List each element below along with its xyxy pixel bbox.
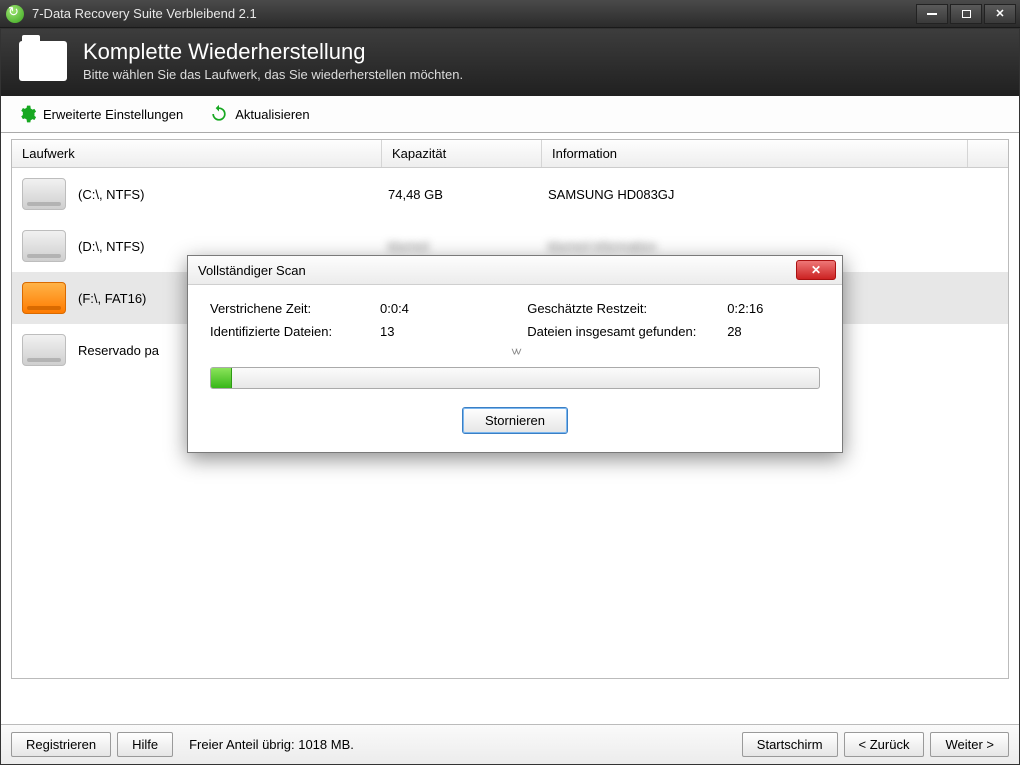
refresh-label: Aktualisieren (235, 107, 309, 122)
remaining-time-label: Geschätzte Restzeit: (527, 301, 727, 316)
dialog-body: Verstrichene Zeit: 0:0:4 Identifizierte … (188, 285, 842, 452)
drive-info: blurred information (548, 239, 998, 254)
window-title: 7-Data Recovery Suite Verbleibend 2.1 (32, 6, 257, 21)
drive-capacity: blurred (388, 239, 548, 254)
hdd-icon (22, 230, 66, 262)
page-title: Komplette Wiederherstellung (83, 39, 463, 65)
free-space-text: Freier Anteil übrig: 1018 MB. (189, 737, 354, 752)
hdd-icon (22, 282, 66, 314)
gear-icon (17, 104, 37, 124)
progress-fill (211, 368, 232, 388)
drive-name: (C:\, NTFS) (78, 187, 388, 202)
folder-icon (19, 41, 67, 81)
dialog-titlebar: Vollständiger Scan ✕ (188, 256, 842, 285)
titlebar: 7-Data Recovery Suite Verbleibend 2.1 ✕ (0, 0, 1020, 28)
app-icon (6, 5, 24, 23)
minimize-button[interactable] (916, 4, 948, 24)
cancel-button[interactable]: Stornieren (462, 407, 568, 434)
drive-row-c[interactable]: (C:\, NTFS) 74,48 GB SAMSUNG HD083GJ (12, 168, 1008, 220)
register-button[interactable]: Registrieren (11, 732, 111, 757)
list-header: Laufwerk Kapazität Information (12, 140, 1008, 168)
expand-chevron-icon[interactable]: ˅˅ (210, 345, 820, 359)
remaining-time-value: 0:2:16 (727, 301, 763, 316)
total-found-value: 28 (727, 324, 741, 339)
home-button[interactable]: Startschirm (742, 732, 838, 757)
advanced-settings-button[interactable]: Erweiterte Einstellungen (17, 104, 183, 124)
app-frame: Komplette Wiederherstellung Bitte wählen… (0, 28, 1020, 765)
progress-bar (210, 367, 820, 389)
drive-capacity: 74,48 GB (388, 187, 548, 202)
help-button[interactable]: Hilfe (117, 732, 173, 757)
elapsed-time-value: 0:0:4 (380, 301, 409, 316)
drive-name: (D:\, NTFS) (78, 239, 388, 254)
advanced-settings-label: Erweiterte Einstellungen (43, 107, 183, 122)
toolbar: Erweiterte Einstellungen Aktualisieren (1, 96, 1019, 133)
dialog-title: Vollständiger Scan (198, 263, 306, 278)
col-drive[interactable]: Laufwerk (12, 140, 382, 167)
hdd-icon (22, 334, 66, 366)
elapsed-time-label: Verstrichene Zeit: (210, 301, 380, 316)
page-subtitle: Bitte wählen Sie das Laufwerk, das Sie w… (83, 67, 463, 82)
col-information[interactable]: Information (542, 140, 968, 167)
total-found-label: Dateien insgesamt gefunden: (527, 324, 727, 339)
identified-files-label: Identifizierte Dateien: (210, 324, 380, 339)
maximize-button[interactable] (950, 4, 982, 24)
drive-info: SAMSUNG HD083GJ (548, 187, 998, 202)
footer: Registrieren Hilfe Freier Anteil übrig: … (1, 724, 1019, 764)
back-button[interactable]: < Zurück (844, 732, 925, 757)
scan-dialog: Vollständiger Scan ✕ Verstrichene Zeit: … (187, 255, 843, 453)
next-button[interactable]: Weiter > (930, 732, 1009, 757)
page-header: Komplette Wiederherstellung Bitte wählen… (1, 29, 1019, 96)
refresh-icon (209, 104, 229, 124)
col-end (968, 140, 1008, 167)
close-button[interactable]: ✕ (984, 4, 1016, 24)
hdd-icon (22, 178, 66, 210)
col-capacity[interactable]: Kapazität (382, 140, 542, 167)
refresh-button[interactable]: Aktualisieren (209, 104, 309, 124)
dialog-close-button[interactable]: ✕ (796, 260, 836, 280)
identified-files-value: 13 (380, 324, 394, 339)
